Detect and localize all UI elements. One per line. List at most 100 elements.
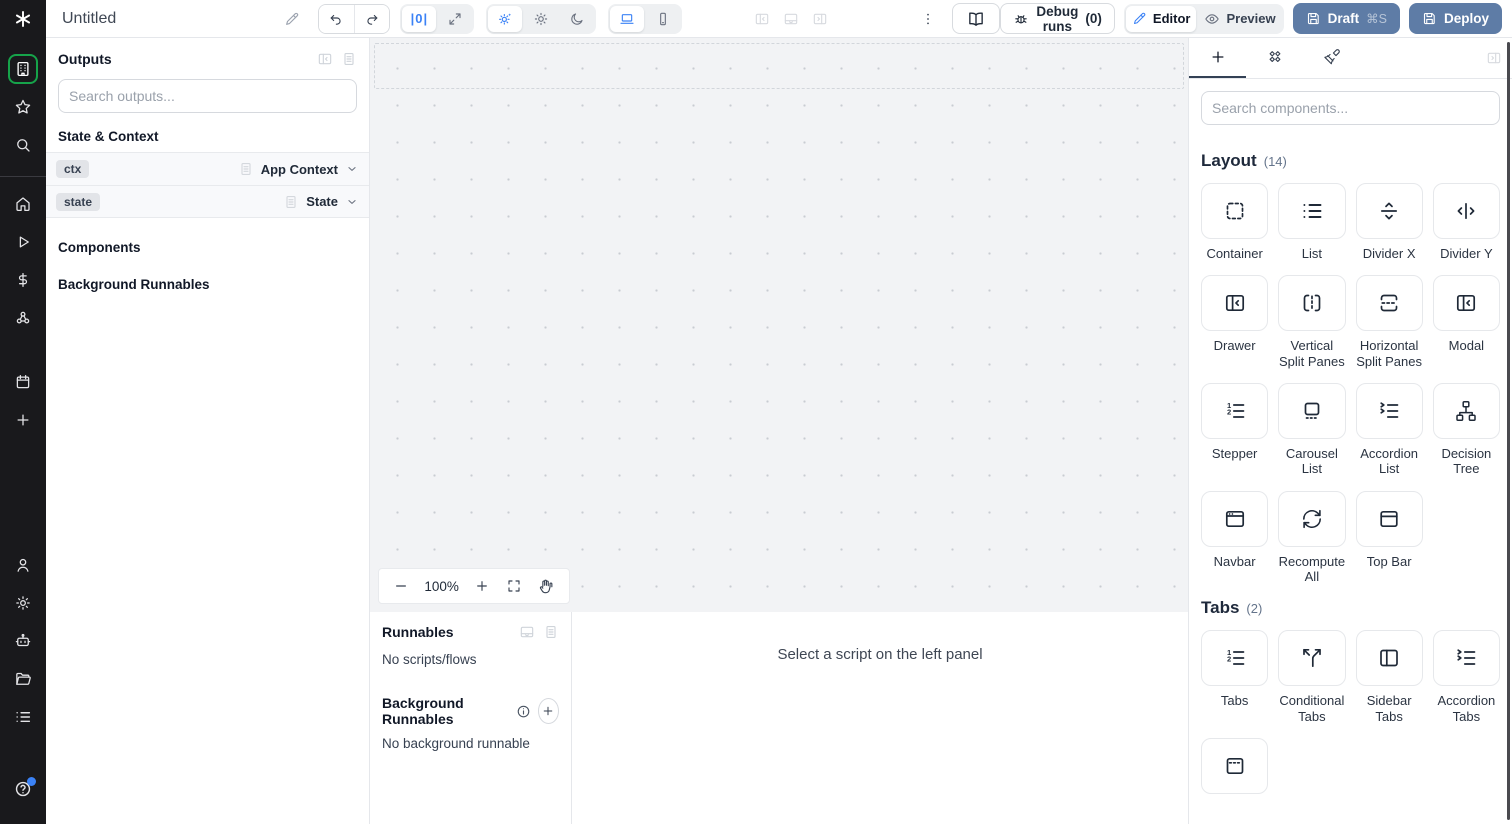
maximize-canvas-button[interactable] [438, 6, 472, 32]
tab-styling[interactable] [1303, 38, 1360, 78]
theme-dark-button[interactable] [560, 6, 594, 32]
component-card-vertical-split-panes[interactable] [1278, 275, 1346, 332]
sidebar-item-resources[interactable] [8, 303, 38, 333]
doc-icon[interactable] [238, 161, 254, 177]
component-card-modal[interactable] [1432, 275, 1500, 332]
tab-component-settings[interactable] [1246, 38, 1303, 78]
sidebar-item-search[interactable] [8, 130, 38, 160]
component-cell-container: Container [1201, 183, 1269, 261]
component-card-top-bar[interactable] [1355, 490, 1423, 547]
doc-icon[interactable] [283, 194, 299, 210]
fit-view-button[interactable] [506, 578, 522, 594]
component-card-stepper[interactable]: 12 [1201, 382, 1269, 439]
component-card-accordion-list[interactable] [1355, 382, 1423, 439]
toggle-left-panel-icon[interactable] [754, 11, 770, 27]
component-label: Conditional Tabs [1279, 693, 1345, 724]
toggle-right-panel-icon[interactable] [812, 11, 828, 27]
save-icon [1422, 11, 1437, 26]
chevron-down-icon[interactable] [345, 162, 359, 176]
desktop-view-button[interactable] [610, 5, 645, 32]
script-editor-empty-area: Select a script on the left panel [572, 612, 1188, 824]
component-cell-invisible-tabs-icon [1201, 737, 1269, 801]
sidebar-divider [0, 176, 46, 177]
collapse-runnables-panel-icon[interactable] [519, 624, 535, 640]
edit-title-pencil-icon[interactable] [284, 11, 300, 27]
component-card-divider-x[interactable] [1355, 183, 1423, 239]
component-cell-decision-tree: Decision Tree [1432, 382, 1500, 477]
sidebar-item-audit-logs[interactable] [8, 702, 38, 732]
docs-button[interactable] [952, 3, 1001, 34]
runnables-doc-icon[interactable] [543, 624, 559, 640]
info-icon[interactable] [516, 704, 531, 719]
output-row-state[interactable]: state State [46, 185, 369, 218]
building-icon [14, 60, 32, 78]
empty-grid-placeholder[interactable] [374, 43, 1184, 89]
component-card-decision-tree[interactable] [1432, 382, 1500, 439]
sidebar-item-favorites[interactable] [8, 92, 38, 122]
star-icon [14, 98, 32, 116]
component-card-list[interactable] [1278, 183, 1346, 239]
component-label: Divider Y [1440, 246, 1493, 261]
component-card-container[interactable] [1201, 183, 1269, 239]
sidebar-item-settings[interactable] [8, 588, 38, 618]
sidebar-item-folders[interactable] [8, 664, 38, 694]
search-components-input[interactable] [1201, 91, 1500, 125]
component-card-invisible-tabs-icon[interactable] [1201, 737, 1269, 794]
sidebar-item-home[interactable] [8, 189, 38, 219]
undo-button[interactable] [318, 4, 354, 33]
tab-insert-component[interactable] [1189, 38, 1246, 78]
component-card-horizontal-split-panes[interactable] [1355, 275, 1423, 332]
sidebar-item-workers[interactable] [8, 626, 38, 656]
sidebar-item-help[interactable] [8, 774, 38, 804]
sidebar-item-apps[interactable] [8, 54, 38, 84]
component-label: Stepper [1211, 445, 1258, 461]
component-card-recompute-all[interactable] [1278, 490, 1346, 547]
mobile-view-button[interactable] [646, 6, 680, 32]
zoom-out-button[interactable] [393, 578, 409, 594]
component-card-drawer[interactable] [1201, 275, 1269, 332]
component-card-carousel-list[interactable] [1278, 382, 1346, 439]
deploy-button[interactable]: Deploy [1408, 3, 1502, 34]
chevron-down-icon[interactable] [345, 195, 359, 209]
draft-button[interactable]: Draft ⌘S [1292, 3, 1400, 34]
toggle-bottom-panel-icon[interactable] [783, 11, 799, 27]
component-label: Recompute All [1278, 553, 1346, 584]
component-card-navbar[interactable] [1201, 490, 1269, 547]
debug-runs-button[interactable]: Debug runs (0) [1000, 3, 1115, 34]
calendar-icon [14, 373, 32, 391]
zoom-in-button[interactable] [474, 578, 490, 594]
output-badge: ctx [56, 160, 90, 178]
redo-button[interactable] [353, 4, 390, 33]
windmill-logo[interactable] [0, 0, 46, 38]
sidebar-item-add[interactable] [8, 405, 38, 435]
sidebar-item-variables[interactable] [8, 265, 38, 295]
component-card-tabs[interactable]: 12 [1201, 630, 1269, 687]
outputs-doc-icon[interactable] [341, 51, 357, 67]
theme-light-button[interactable] [524, 6, 558, 32]
runnables-panel: Runnables No scripts/flows Background Ru… [370, 612, 572, 824]
scrollbar[interactable] [1507, 42, 1510, 820]
component-card-sidebar-tabs[interactable] [1355, 630, 1423, 687]
search-icon [14, 136, 32, 154]
component-cell-top-bar: Top Bar [1355, 490, 1423, 585]
width-guides-toggle[interactable]: |0| [402, 5, 437, 32]
editor-tab[interactable]: Editor [1125, 5, 1197, 32]
list-icon [14, 708, 32, 726]
no-scripts-text: No scripts/flows [382, 652, 477, 667]
theme-auto-button[interactable] [488, 5, 523, 32]
component-card-accordion-tabs[interactable] [1432, 630, 1500, 687]
component-card-conditional-tabs[interactable] [1278, 630, 1346, 687]
collapse-outputs-panel-icon[interactable] [317, 51, 333, 67]
pan-hand-button[interactable] [537, 577, 555, 595]
component-card-divider-y[interactable] [1432, 183, 1500, 239]
app-canvas[interactable]: 100% [370, 38, 1188, 612]
sidebar-item-runs[interactable] [8, 227, 38, 257]
more-options-kebab-icon[interactable] [920, 11, 936, 27]
preview-tab[interactable]: Preview [1198, 6, 1281, 32]
sidebar-item-user[interactable] [8, 550, 38, 580]
collapse-components-panel-icon[interactable] [1486, 38, 1502, 78]
sidebar-item-schedules[interactable] [8, 367, 38, 397]
output-row-ctx[interactable]: ctx App Context [46, 152, 369, 185]
add-background-runnable-button[interactable] [537, 698, 559, 724]
search-outputs-input[interactable] [58, 79, 357, 113]
